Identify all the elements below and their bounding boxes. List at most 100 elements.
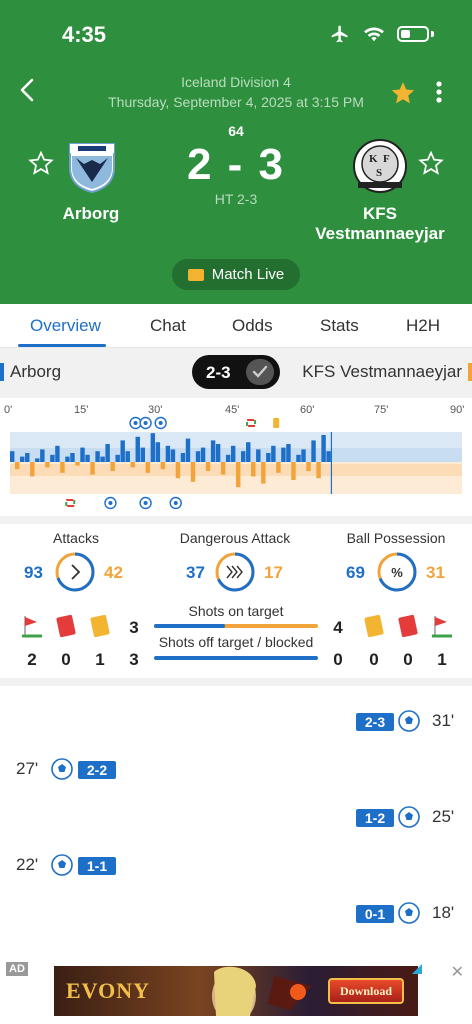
away-momentum-bar	[90, 462, 95, 475]
status-icons	[329, 24, 434, 44]
home-momentum-bar	[301, 449, 306, 462]
attacks-ring	[55, 552, 95, 592]
event-score-badge: 1-1	[78, 857, 116, 875]
away-team-crest[interactable]: K F S	[352, 138, 408, 194]
momentum-chart: 0' 15' 30' 45' 60' 75' 90'	[0, 398, 472, 516]
status-time: 4:35	[62, 22, 107, 47]
yellow-card-event-icon	[273, 418, 280, 428]
ad-banner[interactable]: EVONY Download	[54, 966, 418, 1016]
attacks-label: Attacks	[53, 530, 99, 546]
svg-text:K: K	[369, 153, 378, 165]
home-momentum-bar	[180, 453, 186, 462]
away-momentum-bar	[236, 462, 241, 488]
shots-on-target-label: Shots on target	[188, 603, 284, 619]
event-minute: 22'	[16, 855, 39, 874]
home-momentum-bar	[230, 445, 236, 462]
away-momentum-bar	[30, 462, 35, 477]
airplane-icon	[331, 25, 348, 43]
home-momentum-bar	[170, 449, 176, 462]
home-color-marker	[0, 363, 4, 381]
away-momentum-bar	[261, 462, 266, 484]
away-follow-star-icon[interactable]	[418, 150, 444, 176]
home-momentum-bar	[210, 440, 216, 462]
dangerous-home: 37	[186, 563, 205, 582]
ad-banner-area: AD EVONY Download ✕	[0, 958, 472, 1024]
tab-overview[interactable]: Overview	[30, 316, 101, 336]
home-band	[10, 448, 462, 462]
match-live-button[interactable]: Match Live	[172, 259, 300, 290]
home-momentum-bar	[165, 445, 171, 462]
home-momentum-bar	[120, 440, 125, 462]
score-toggle[interactable]: 2-3	[192, 355, 280, 389]
home-momentum-bar	[225, 454, 231, 462]
away-momentum-bar	[75, 462, 80, 466]
home-momentum-bar	[241, 451, 246, 462]
shots-on-bar	[154, 624, 318, 628]
tab-bar: Overview Chat Odds Stats H2H	[0, 304, 472, 348]
possession-home: 69	[346, 563, 365, 582]
away-momentum-bar	[306, 462, 311, 471]
home-momentum-bar	[50, 454, 55, 462]
away-momentum-bar	[190, 462, 196, 482]
active-tab-indicator	[18, 344, 106, 347]
home-yellow-cards: 1	[95, 650, 105, 669]
away-team-name-line1: KFS	[363, 204, 397, 223]
ad-info-icon[interactable]	[410, 962, 424, 976]
yellow-card-icon	[90, 614, 110, 638]
possession-label: Ball Possession	[346, 530, 446, 546]
svg-text:F: F	[383, 153, 390, 165]
away-momentum-bar	[251, 462, 256, 477]
home-team-name[interactable]: Arborg	[44, 204, 138, 224]
home-momentum-bar	[65, 456, 70, 462]
home-momentum-bar	[140, 447, 145, 462]
home-momentum-bar	[70, 453, 75, 462]
ad-brand-logo: EVONY	[66, 978, 151, 1003]
triple-chevron-icon	[226, 565, 243, 579]
red-card-icon	[56, 614, 76, 638]
momentum-graph[interactable]	[0, 398, 472, 516]
home-corners: 2	[27, 650, 37, 669]
attacks-away: 42	[104, 563, 123, 582]
away-team-name[interactable]: KFS Vestmannaeyjar	[300, 204, 460, 244]
home-red-cards: 0	[61, 650, 71, 669]
shots-off-away: 0	[333, 650, 343, 669]
goal-ball-center	[133, 421, 138, 425]
home-momentum-bar	[35, 458, 40, 462]
away-momentum-bar	[15, 462, 20, 470]
wifi-icon	[364, 27, 384, 42]
away-momentum-bar	[175, 462, 181, 479]
home-momentum-bar	[150, 433, 156, 462]
event-minute: 31'	[432, 711, 455, 730]
event-score-badge: 2-2	[78, 761, 116, 779]
red-card-icon	[398, 614, 418, 638]
home-momentum-bar	[321, 435, 326, 462]
home-momentum-bar	[95, 451, 100, 462]
away-team-name-line2: Vestmannaeyjar	[315, 224, 445, 243]
home-momentum-bar	[296, 454, 301, 462]
match-minute: 64	[228, 123, 244, 139]
more-options-icon[interactable]	[430, 78, 448, 106]
home-momentum-bar	[200, 447, 206, 462]
match-header: 4:35 Iceland Division 4 Thursday, Septem…	[0, 0, 472, 304]
team-score-row: Arborg 2-3 KFS Vestmannaeyjar	[0, 348, 472, 398]
live-field-icon	[187, 268, 204, 281]
tab-chat[interactable]: Chat	[150, 316, 186, 336]
event-minute: 25'	[432, 807, 455, 826]
ad-download-button[interactable]: Download	[328, 978, 404, 1004]
tab-stats[interactable]: Stats	[320, 316, 359, 336]
home-momentum-bar	[115, 454, 120, 462]
tab-h2h[interactable]: H2H	[406, 316, 440, 336]
dangerous-attack-label: Dangerous Attack	[179, 530, 291, 546]
home-momentum-bar	[25, 453, 30, 462]
away-momentum-bar	[60, 462, 65, 473]
goal-ball-icon	[398, 806, 420, 828]
home-momentum-bar	[256, 449, 261, 462]
favorite-star-icon[interactable]	[390, 80, 416, 106]
corner-flag-icon	[22, 616, 42, 638]
away-red-cards: 0	[403, 650, 413, 669]
goal-ball-center	[143, 501, 148, 505]
ad-close-icon[interactable]: ✕	[451, 962, 464, 982]
away-momentum-bar	[316, 462, 321, 479]
shots-on-away: 4	[333, 618, 343, 637]
tab-odds[interactable]: Odds	[232, 316, 273, 336]
